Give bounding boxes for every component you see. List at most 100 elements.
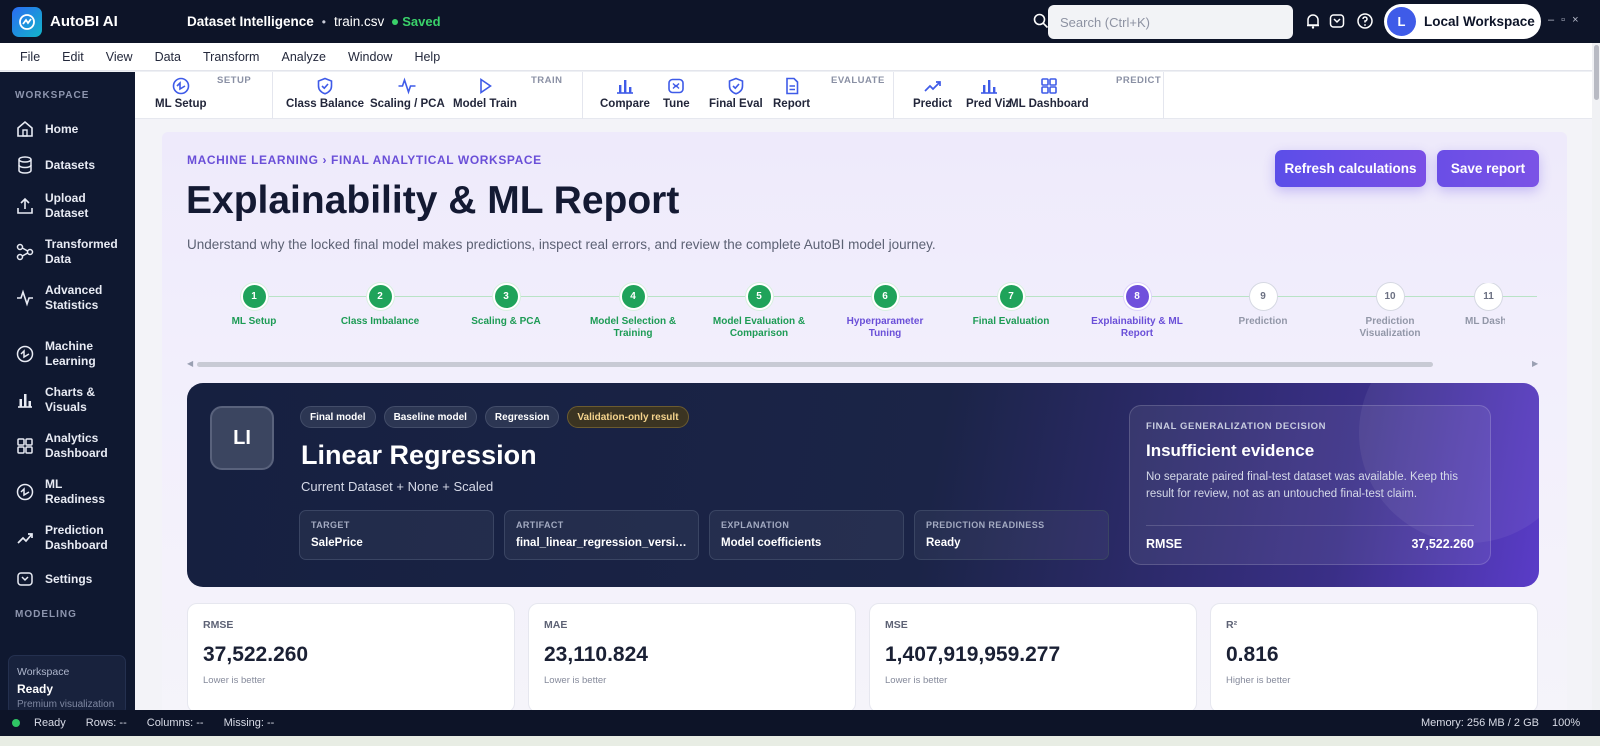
tool-label: Final Eval [709,98,763,110]
ribbon-toolbar: SETUP ML Setup TRAIN Class Balance Scali… [135,72,1592,119]
menu-file[interactable]: File [20,50,40,64]
title-bar: AutoBI AI Dataset Intelligence • train.c… [0,0,1600,43]
tool-predict[interactable]: Predict [913,77,952,110]
step-prediction-visualization[interactable]: 10 Prediction Visualization [1335,283,1445,340]
dashboard-icon [1041,78,1057,94]
sidebar-item-advanced-statistics[interactable]: Advanced Statistics [15,275,135,321]
tool-compare[interactable]: Compare [600,77,650,110]
sidebar-item-datasets[interactable]: Datasets [15,147,135,183]
metric-value: 37,522.260 [203,643,309,666]
window-controls[interactable]: – ▫ × [1548,14,1581,26]
tool-report[interactable]: Report [773,77,810,110]
tool-ml-setup[interactable]: ML Setup [155,77,207,110]
sidebar-item-ml-readiness[interactable]: ML Readiness [15,469,135,515]
dashboard-icon [17,438,33,454]
step-number: 8 [1123,283,1151,310]
step-ml-setup[interactable]: 1 ML Setup [199,283,309,328]
menu-help[interactable]: Help [414,50,440,64]
vertical-scrollbar[interactable] [1592,43,1600,710]
step-label: Hyperparameter Tuning [846,316,924,339]
menu-window[interactable]: Window [348,50,392,64]
metric-value: 1,407,919,959.277 [885,643,1061,666]
info-value: Ready [926,537,961,549]
step-scaling-pca[interactable]: 3 Scaling & PCA [451,283,561,328]
toolbar-group-evaluate: EVALUATE Compare Tune Final Eval Report [583,72,894,119]
sidebar-item-machine-learning[interactable]: Machine Learning [15,331,135,377]
step-class-imbalance[interactable]: 2 Class Imbalance [325,283,435,328]
horizontal-scrollbar[interactable] [197,362,1433,367]
step-model-selection-training[interactable]: 4 Model Selection & Training [578,283,688,340]
menu-edit[interactable]: Edit [62,50,84,64]
step-prediction[interactable]: 9 Prediction [1208,283,1318,328]
metric-card-rmse: RMSE 37,522.260 Lower is better [187,603,515,710]
step-label: ML Dashboard [1465,316,1505,327]
tool-model-train[interactable]: Model Train [453,77,517,110]
tool-final-eval[interactable]: Final Eval [709,77,763,110]
bell-icon[interactable] [1304,12,1322,30]
step-explainability-report[interactable]: 8 Explainability & ML Report [1082,283,1192,340]
sidebar-item-upload-dataset[interactable]: Upload Dataset [15,183,135,229]
brain-icon [16,483,34,501]
menu-analyze[interactable]: Analyze [281,50,325,64]
sidebar-item-home[interactable]: Home [15,111,135,147]
vertical-scrollbar-thumb[interactable] [1594,45,1599,100]
metric-hint: Lower is better [885,675,948,686]
status-memory: Memory: 256 MB / 2 GB [1421,717,1539,729]
step-hyperparameter-tuning[interactable]: 6 Hyperparameter Tuning [830,283,940,340]
sidebar-item-prediction-dashboard[interactable]: Prediction Dashboard [15,515,135,561]
sidebar-item-label: Home [45,122,79,136]
generalization-decision-panel: FINAL GENERALIZATION DECISION Insufficie… [1129,405,1491,565]
step-label: Model Evaluation & Comparison [712,316,806,339]
sidebar-item-charts-visuals[interactable]: Charts & Visuals [15,377,135,423]
menu-data[interactable]: Data [155,50,181,64]
step-number: 7 [997,283,1025,310]
sidebar-item-label: ML Readiness [45,477,106,506]
shield-icon [317,77,333,95]
info-label: EXPLANATION [721,520,790,530]
tool-label: Compare [600,98,650,110]
transform-icon [16,243,34,261]
decision-metric-value: 37,522.260 [1411,537,1474,551]
bottom-edge [0,736,1600,746]
tool-label: Tune [663,98,690,110]
menu-transform[interactable]: Transform [203,50,260,64]
sidebar-item-label: Charts & Visuals [45,385,96,414]
app-logo [12,6,42,37]
tool-tune[interactable]: Tune [663,77,690,110]
tool-class-balance[interactable]: Class Balance [286,77,364,110]
search-input[interactable] [1048,5,1293,39]
decision-title: Insufficient evidence [1146,441,1315,460]
step-model-evaluation-comparison[interactable]: 5 Model Evaluation & Comparison [704,283,814,340]
refresh-calculations-button[interactable]: Refresh calculations [1275,150,1426,187]
step-number: 10 [1376,283,1404,310]
search-icon[interactable] [1033,13,1049,29]
avatar: L [1387,7,1416,36]
document-title: Dataset Intelligence [187,14,314,29]
tool-scaling-pca[interactable]: Scaling / PCA [370,77,445,110]
main-content: MACHINE LEARNING › FINAL ANALYTICAL WORK… [135,119,1592,710]
trend-icon [17,533,33,544]
help-icon[interactable] [1356,12,1374,30]
sidebar-item-analytics-dashboard[interactable]: Analytics Dashboard [15,423,135,469]
divider [1146,525,1474,526]
save-report-button[interactable]: Save report [1437,150,1539,187]
step-number: 9 [1249,283,1277,310]
sidebar-item-transformed-data[interactable]: Transformed Data [15,229,135,275]
scroll-right-arrow-icon[interactable]: ▶ [1532,359,1538,368]
tool-ml-dashboard[interactable]: ML Dashboard [1009,77,1089,110]
sidebar-item-settings[interactable]: Settings [15,561,135,597]
step-final-evaluation[interactable]: 7 Final Evaluation [956,283,1066,328]
model-name: Linear Regression [301,440,537,470]
tool-pred-viz[interactable]: Pred Viz [966,77,1011,110]
home-icon [17,120,33,137]
menu-view[interactable]: View [106,50,133,64]
info-label: PREDICTION READINESS [926,520,1045,530]
metric-card-mse: MSE 1,407,919,959.277 Lower is better [869,603,1197,710]
workspace-switcher[interactable]: L Local Workspace [1384,4,1541,39]
step-ml-dashboard[interactable]: 11 ML Dashboard [1461,283,1505,328]
final-model-card: LI Final model Baseline model Regression… [187,383,1539,587]
scroll-left-arrow-icon[interactable]: ◀ [187,359,193,368]
feedback-icon[interactable] [1328,12,1346,30]
metric-label: RMSE [203,619,234,631]
step-label: Explainability & ML Report [1091,316,1183,339]
